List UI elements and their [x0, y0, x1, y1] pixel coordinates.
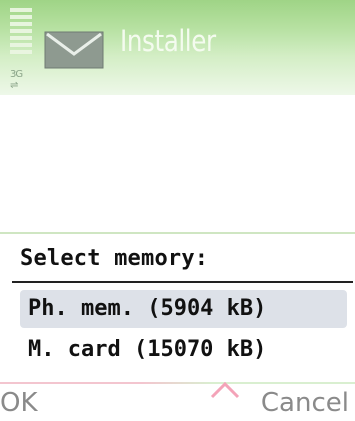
dialog-top-border: [0, 232, 355, 234]
ok-softkey[interactable]: OK: [0, 388, 38, 418]
envelope-icon: [44, 31, 104, 69]
network-type-label: 3G: [10, 69, 23, 80]
title-bar: 3G ⇌ Installer: [0, 0, 355, 95]
signal-strength-icon: [10, 8, 32, 72]
app-title: Installer: [120, 24, 216, 58]
cancel-softkey[interactable]: Cancel: [261, 388, 349, 418]
memory-option-phone[interactable]: Ph. mem. (5904 kB): [20, 290, 347, 328]
heading-divider: [12, 281, 353, 283]
data-transfer-icon: ⇌: [10, 80, 19, 91]
memory-option-card[interactable]: M. card (15070 kB): [20, 331, 347, 369]
caret-up-icon: [210, 381, 240, 399]
dialog-heading: Select memory:: [20, 246, 209, 271]
